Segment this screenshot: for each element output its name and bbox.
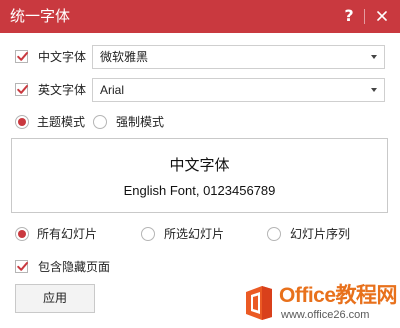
radio-all-slides[interactable]	[15, 227, 29, 241]
radio-theme-mode[interactable]	[15, 115, 29, 129]
english-font-label: 英文字体	[38, 83, 87, 97]
font-preview-box: 中文字体 English Font, 0123456789	[11, 138, 388, 213]
force-mode-label: 强制模式	[116, 115, 165, 129]
english-font-value: Arial	[100, 83, 125, 97]
checkmark-icon	[17, 52, 28, 61]
office-logo-icon	[246, 286, 272, 320]
chinese-font-value: 微软雅黑	[100, 50, 149, 64]
include-hidden-checkbox[interactable]	[15, 260, 28, 273]
chevron-down-icon	[371, 88, 377, 92]
theme-mode-label: 主题模式	[37, 115, 86, 129]
selected-slides-label: 所选幻灯片	[164, 227, 225, 241]
preview-english-text: English Font, 0123456789	[123, 183, 276, 198]
chinese-font-label: 中文字体	[38, 50, 87, 64]
help-button[interactable]: ?	[340, 5, 358, 27]
all-slides-label: 所有幻灯片	[37, 227, 98, 241]
english-font-select[interactable]: Arial	[92, 78, 385, 102]
chinese-font-checkbox[interactable]	[15, 50, 28, 63]
title-divider	[364, 9, 365, 24]
chinese-font-select[interactable]: 微软雅黑	[92, 45, 385, 69]
include-hidden-label: 包含隐藏页面	[38, 260, 111, 274]
slide-sequence-label: 幻灯片序列	[290, 227, 351, 241]
title-bar: 统一字体 ?	[0, 0, 400, 33]
checkmark-icon	[17, 262, 28, 271]
watermark: Office教程网 www.office26.com	[243, 284, 400, 328]
english-font-checkbox[interactable]	[15, 83, 28, 96]
checkmark-icon	[17, 85, 28, 94]
radio-selected-slides[interactable]	[141, 227, 155, 241]
radio-slide-sequence[interactable]	[267, 227, 281, 241]
chevron-down-icon	[371, 55, 377, 59]
watermark-url: www.office26.com	[281, 309, 370, 321]
apply-button[interactable]: 应用	[15, 284, 95, 313]
close-icon[interactable]	[372, 6, 392, 26]
preview-chinese-text: 中文字体	[169, 156, 230, 174]
window-title: 统一字体	[10, 7, 71, 25]
watermark-title: Office教程网	[279, 284, 398, 307]
radio-force-mode[interactable]	[93, 115, 107, 129]
